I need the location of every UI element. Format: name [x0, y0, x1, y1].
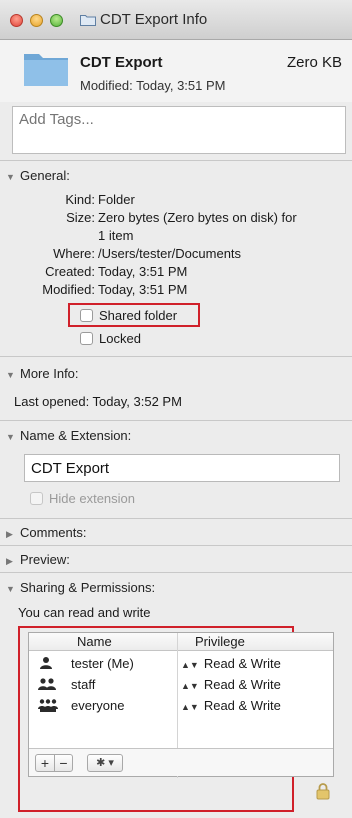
table-row[interactable]: everyone ▲▼ Read & Write — [29, 695, 333, 716]
privilege-value: Read & Write — [203, 698, 281, 713]
privilege-value: Read & Write — [203, 656, 281, 671]
disclosure-open-icon[interactable]: ▼ — [6, 584, 16, 594]
section-name-extension-header[interactable]: ▼ Name & Extension: — [6, 428, 131, 443]
info-modified: Modified: Today, 3:51 PM — [0, 282, 352, 298]
privilege-value: Read & Write — [203, 677, 281, 692]
checkbox-label: Locked — [99, 331, 141, 346]
section-title: Preview: — [20, 552, 70, 567]
file-size: Zero KB — [286, 54, 342, 71]
checkbox[interactable] — [80, 309, 93, 322]
privilege-popup[interactable]: ▲▼ Read & Write — [181, 698, 281, 713]
info-value: /Users/tester/Documents — [98, 246, 242, 261]
row-name: everyone — [71, 698, 125, 713]
modified-date: Modified: Today, 3:51 PM — [80, 78, 226, 93]
column-header-name[interactable]: Name — [77, 634, 112, 649]
lock-icon[interactable] — [316, 782, 330, 800]
folder-icon — [24, 54, 68, 86]
disclosure-open-icon[interactable]: ▼ — [6, 172, 16, 182]
tags-field[interactable] — [12, 106, 346, 154]
info-value: Folder — [98, 192, 135, 207]
tags-input[interactable] — [13, 107, 345, 131]
add-button[interactable]: + — [36, 755, 54, 771]
table-footer: + − ✱ ▾ — [29, 748, 333, 776]
info-value: Zero bytes (Zero bytes on disk) for — [98, 210, 297, 225]
disclosure-closed-icon[interactable]: ▶ — [6, 556, 16, 567]
divider — [0, 420, 352, 421]
group-icon — [38, 678, 56, 690]
updown-arrows-icon: ▲▼ — [181, 681, 199, 691]
info-label: Created: — [45, 264, 95, 279]
table-header: Name Privilege — [29, 633, 333, 651]
disclosure-closed-icon[interactable]: ▶ — [6, 529, 16, 540]
info-where: Where: /Users/tester/Documents — [0, 246, 352, 262]
section-title: More Info: — [20, 366, 79, 381]
name-field[interactable] — [24, 454, 340, 482]
hide-extension-checkbox[interactable]: Hide extension — [30, 491, 135, 506]
permissions-table: Name Privilege tester (Me) ▲▼ Read & Writ… — [28, 632, 334, 778]
privilege-popup[interactable]: ▲▼ Read & Write — [181, 656, 281, 671]
everyone-icon — [38, 699, 58, 712]
zoom-button[interactable] — [50, 14, 63, 27]
table-row[interactable]: tester (Me) ▲▼ Read & Write — [29, 653, 333, 674]
last-opened-text: Last opened: Today, 3:52 PM — [14, 394, 182, 409]
section-title: General: — [20, 168, 70, 183]
divider — [0, 160, 352, 161]
row-name: tester (Me) — [71, 656, 134, 671]
checkbox[interactable] — [30, 492, 43, 505]
info-window: CDT Export Info CDT Export Zero KB Modif… — [0, 0, 352, 818]
divider — [0, 518, 352, 519]
user-icon — [40, 657, 52, 669]
info-size-cont: 1 item — [0, 228, 352, 244]
shared-folder-checkbox[interactable]: Shared folder — [80, 308, 177, 323]
row-name: staff — [71, 677, 96, 692]
divider — [0, 545, 352, 546]
divider — [0, 572, 352, 573]
gear-menu-button[interactable]: ✱ ▾ — [87, 754, 123, 772]
permission-status: You can read and write — [18, 605, 151, 620]
disclosure-open-icon[interactable]: ▼ — [6, 370, 16, 380]
privilege-popup[interactable]: ▲▼ Read & Write — [181, 677, 281, 692]
close-button[interactable] — [10, 14, 23, 27]
checkbox-label: Shared folder — [99, 308, 178, 323]
section-general-header[interactable]: ▼ General: — [6, 168, 70, 183]
add-remove-buttons: + − — [35, 754, 73, 772]
section-title: Comments: — [20, 525, 87, 540]
folder-icon — [80, 15, 96, 26]
info-size: Size: Zero bytes (Zero bytes on disk) fo… — [0, 210, 352, 226]
updown-arrows-icon: ▲▼ — [181, 702, 199, 712]
table-row[interactable]: staff ▲▼ Read & Write — [29, 674, 333, 695]
section-sharing-header[interactable]: ▼ Sharing & Permissions: — [6, 580, 155, 595]
permission-status-text: You can read and write — [18, 605, 151, 620]
info-label: Where: — [53, 246, 95, 261]
section-comments-header[interactable]: ▶ Comments: — [6, 525, 86, 540]
section-more-info-header[interactable]: ▼ More Info: — [6, 366, 79, 381]
section-title: Name & Extension: — [20, 428, 132, 443]
remove-button[interactable]: − — [54, 755, 72, 771]
file-header: CDT Export Zero KB Modified: Today, 3:51… — [0, 40, 352, 102]
disclosure-open-icon[interactable]: ▼ — [6, 432, 16, 442]
checkbox-label: Hide extension — [49, 491, 135, 506]
window-title: CDT Export Info — [100, 11, 208, 28]
title-bar: CDT Export Info — [0, 0, 352, 40]
info-value: Today, 3:51 PM — [98, 264, 188, 279]
info-created: Created: Today, 3:51 PM — [0, 264, 352, 280]
section-preview-header[interactable]: ▶ Preview: — [6, 552, 70, 567]
section-title: Sharing & Permissions: — [20, 580, 156, 595]
updown-arrows-icon: ▲▼ — [181, 660, 199, 670]
checkbox[interactable] — [80, 332, 93, 345]
divider — [0, 356, 352, 357]
file-name: CDT Export — [80, 54, 163, 71]
name-input[interactable] — [25, 455, 339, 481]
info-label: Kind: — [65, 192, 95, 207]
info-label: Size: — [66, 210, 95, 225]
column-header-privilege[interactable]: Privilege — [195, 634, 245, 649]
info-label: Modified: — [42, 282, 95, 297]
locked-checkbox[interactable]: Locked — [80, 331, 141, 346]
last-opened: Last opened: Today, 3:52 PM — [14, 394, 182, 409]
info-value: 1 item — [98, 228, 134, 243]
minimize-button[interactable] — [30, 14, 43, 27]
info-value: Today, 3:51 PM — [98, 282, 188, 297]
info-kind: Kind: Folder — [0, 192, 352, 208]
